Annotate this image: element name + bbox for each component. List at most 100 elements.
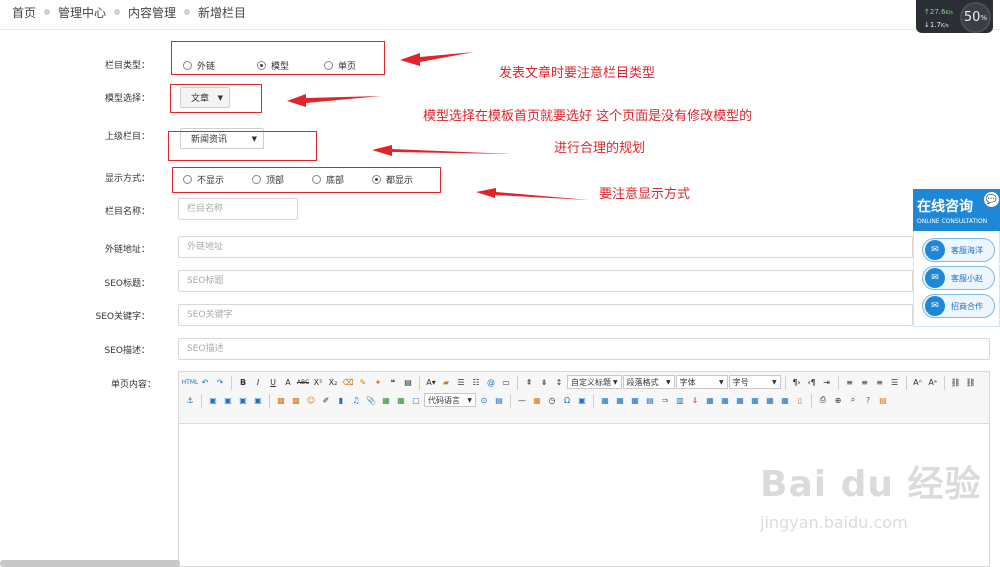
split-to-rows-icon[interactable]: ▦	[763, 393, 777, 407]
merge-down-icon[interactable]: ▦	[733, 393, 747, 407]
split-to-cols-icon[interactable]: ▦	[778, 393, 792, 407]
help-icon[interactable]: ?	[861, 393, 875, 407]
merge-cells-icon[interactable]: ▦	[703, 393, 717, 407]
html-source-icon[interactable]: HTML	[182, 375, 199, 389]
redo-icon[interactable]: ↷	[213, 375, 227, 389]
insert-table-icon[interactable]: ▦	[598, 393, 612, 407]
lowercase-icon[interactable]: Aᵃ	[926, 375, 940, 389]
select-all-icon[interactable]: @	[484, 375, 498, 389]
auto-format-icon[interactable]: ✦	[371, 375, 385, 389]
strikethrough-icon[interactable]: ABC	[296, 375, 310, 389]
image-right-icon[interactable]: ▣	[236, 393, 250, 407]
row-spacing-bottom-icon[interactable]: ⇟	[537, 375, 551, 389]
font-size-select[interactable]: 字号 ▼	[728, 375, 781, 389]
image-center-icon[interactable]: ▣	[251, 393, 265, 407]
align-right-icon[interactable]: ≡	[873, 375, 887, 389]
breadcrumb-content-management[interactable]: 内容管理	[128, 4, 176, 21]
seo-description-input[interactable]	[178, 338, 990, 360]
special-chars-icon[interactable]: Ω	[560, 393, 574, 407]
seo-title-input[interactable]	[178, 270, 913, 292]
rtl-icon[interactable]: ‹¶	[805, 375, 819, 389]
ordered-list-icon[interactable]: ☰	[454, 375, 468, 389]
format-painter-icon[interactable]: ✎	[356, 375, 370, 389]
unordered-list-icon[interactable]: ☷	[469, 375, 483, 389]
display-mode-radio-both[interactable]: 都显示	[372, 173, 413, 186]
column-type-radio-link[interactable]: 外链	[183, 59, 215, 72]
font-family-select[interactable]: 字体 ▼	[675, 375, 728, 389]
split-to-cells-icon[interactable]: ▦	[748, 393, 762, 407]
display-mode-radio-hidden[interactable]: 不显示	[183, 173, 224, 186]
chart-icon[interactable]: ▯	[793, 393, 807, 407]
seo-keywords-input[interactable]	[178, 304, 913, 326]
drafts-icon[interactable]: ▤	[876, 393, 890, 407]
external-url-input[interactable]	[178, 236, 913, 258]
align-justify-icon[interactable]: ☰	[888, 375, 902, 389]
line-height-icon[interactable]: ↕	[552, 375, 566, 389]
template-icon[interactable]: ▤	[492, 393, 506, 407]
delete-table-icon[interactable]: ▦	[613, 393, 627, 407]
simple-upload-icon[interactable]: ▩	[274, 393, 288, 407]
wordimage-icon[interactable]: ▣	[575, 393, 589, 407]
bold-icon[interactable]: B	[236, 375, 250, 389]
indent-icon[interactable]: ⇥	[820, 375, 834, 389]
underline-icon[interactable]: U	[266, 375, 280, 389]
code-language-select[interactable]: 代码语言 ▼	[424, 393, 476, 407]
print-icon[interactable]: ⎙	[816, 393, 830, 407]
unlink-icon[interactable]: ⛓	[964, 375, 978, 389]
image-none-icon[interactable]: ▣	[206, 393, 220, 407]
emotion-icon[interactable]: ☺	[304, 393, 318, 407]
font-border-icon[interactable]: A	[281, 375, 295, 389]
paste-text-icon[interactable]: ▤	[401, 375, 415, 389]
map-icon[interactable]: ▦	[379, 393, 393, 407]
attachment-icon[interactable]: 📎	[364, 393, 378, 407]
insert-paragraph-before-table-icon[interactable]: ▦	[628, 393, 642, 407]
delete-row-icon[interactable]: ⇒	[658, 393, 672, 407]
anchor-icon[interactable]: ⚓	[183, 393, 197, 407]
date-icon[interactable]: ▦	[530, 393, 544, 407]
custom-title-select[interactable]: 自定义标题 ▼	[567, 375, 622, 389]
clear-doc-icon[interactable]: ▭	[499, 375, 513, 389]
highlight-icon[interactable]: ▰	[439, 375, 453, 389]
consult-service-haiyang-button[interactable]: ✉ 客服海洋	[922, 238, 995, 262]
time-icon[interactable]: ◷	[545, 393, 559, 407]
row-spacing-top-icon[interactable]: ⇞	[522, 375, 536, 389]
font-color-icon[interactable]: A▾	[424, 375, 438, 389]
horizontal-rule-icon[interactable]: —	[515, 393, 529, 407]
column-type-radio-model[interactable]: 模型	[257, 59, 289, 72]
paragraph-format-select[interactable]: 段落格式 ▼	[622, 375, 675, 389]
insert-col-icon[interactable]: ▥	[673, 393, 687, 407]
align-center-icon[interactable]: ≡	[858, 375, 872, 389]
superscript-icon[interactable]: X²	[311, 375, 325, 389]
display-mode-radio-top[interactable]: 顶部	[252, 173, 284, 186]
scrawl-icon[interactable]: ✐	[319, 393, 333, 407]
ltr-icon[interactable]: ¶›	[790, 375, 804, 389]
search-replace-icon[interactable]: ⌕	[846, 393, 860, 407]
delete-col-icon[interactable]: ⇓	[688, 393, 702, 407]
insert-image-icon[interactable]: ▩	[289, 393, 303, 407]
display-mode-radio-bottom[interactable]: 底部	[312, 173, 344, 186]
music-icon[interactable]: ♫	[349, 393, 363, 407]
consult-service-xiaozhao-button[interactable]: ✉ 客服小赵	[922, 266, 995, 290]
column-name-input[interactable]	[178, 198, 298, 220]
merge-right-icon[interactable]: ▦	[718, 393, 732, 407]
insert-row-icon[interactable]: ▤	[643, 393, 657, 407]
undo-icon[interactable]: ↶	[198, 375, 212, 389]
italic-icon[interactable]: I	[251, 375, 265, 389]
uppercase-icon[interactable]: Aᴬ	[911, 375, 925, 389]
parent-column-dropdown[interactable]: 新闻资讯 ▼	[180, 128, 264, 149]
horizontal-scrollbar[interactable]	[0, 560, 180, 567]
link-icon[interactable]: ⛓	[949, 375, 963, 389]
gmap-icon[interactable]: ▦	[394, 393, 408, 407]
insert-video-icon[interactable]: ▮	[334, 393, 348, 407]
subscript-icon[interactable]: X₂	[326, 375, 340, 389]
breadcrumb-admin-center[interactable]: 管理中心	[58, 4, 106, 21]
image-left-icon[interactable]: ▣	[221, 393, 235, 407]
blockquote-icon[interactable]: ❝	[386, 375, 400, 389]
breadcrumb-home[interactable]: 首页	[12, 4, 36, 21]
code-icon[interactable]: ⊙	[477, 393, 491, 407]
column-type-radio-single-page[interactable]: 单页	[324, 59, 356, 72]
insert-frame-icon[interactable]: ▢	[409, 393, 423, 407]
align-left-icon[interactable]: ≡	[843, 375, 857, 389]
model-select-dropdown[interactable]: 文章 ▼	[180, 87, 230, 108]
business-cooperation-button[interactable]: ✉ 招商合作	[922, 294, 995, 318]
